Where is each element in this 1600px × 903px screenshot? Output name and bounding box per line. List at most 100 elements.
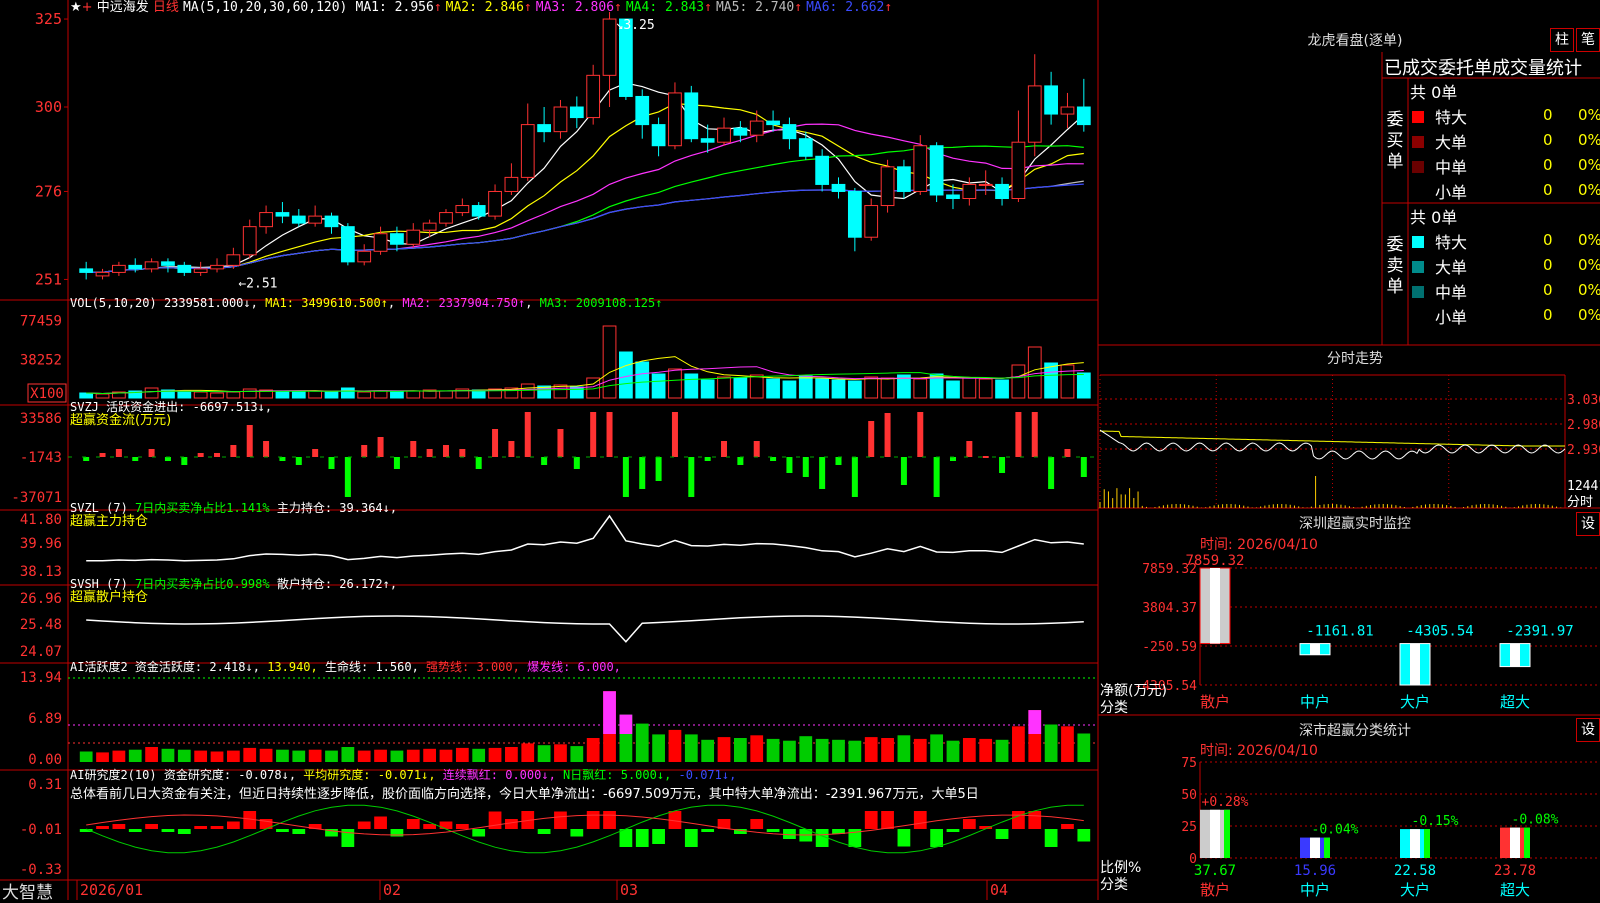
candle-body xyxy=(422,222,437,231)
sz-class-change: -0.15% xyxy=(1412,814,1459,829)
sz-monitor-category: 散户 xyxy=(1200,693,1230,711)
vol-unit: X100 xyxy=(30,386,64,402)
svzj-bar xyxy=(557,429,564,457)
svzj-bar xyxy=(475,457,482,469)
sell-row-pct: 0% xyxy=(1578,256,1600,274)
volume-bar xyxy=(864,376,879,399)
ai-research-bar xyxy=(913,811,927,829)
buy-row-pct: 0% xyxy=(1578,106,1600,124)
sz-class-change: -0.04% xyxy=(1312,823,1359,838)
svzj-bar xyxy=(1031,412,1038,457)
intraday-vol-tick: 12441 xyxy=(1567,479,1600,494)
sz-class-bar-shine xyxy=(1410,829,1420,858)
ai-active-bar xyxy=(194,750,208,762)
ai-active-bar xyxy=(488,747,502,762)
ai-active-bar xyxy=(341,747,355,762)
ai-active-ytick: 6.89 xyxy=(28,711,62,727)
sell-row-name: 小单 xyxy=(1435,308,1468,327)
candle-body xyxy=(962,183,977,200)
svzj-bar xyxy=(835,457,842,465)
candle-body xyxy=(390,233,404,245)
sz-class-xlabel: 分类 xyxy=(1100,877,1128,893)
ai-active-bar xyxy=(717,737,731,762)
svzj-bar xyxy=(900,457,907,485)
svsh-sub: 7日内买卖净占比0.998% xyxy=(135,577,270,591)
candle-body xyxy=(144,261,159,270)
svzj-bar xyxy=(492,429,499,457)
svzj-sub: 超赢资金流(万元) xyxy=(70,413,172,428)
candle-body xyxy=(749,120,764,136)
sz-monitor-settings-button[interactable]: 设 xyxy=(1576,512,1600,536)
candle-body xyxy=(1076,106,1091,126)
sz-class-value: 15.96 xyxy=(1294,863,1336,879)
volume-bar xyxy=(1011,364,1026,399)
svzj-bar xyxy=(115,449,122,457)
volume-bar xyxy=(275,390,290,399)
ai-research-bar xyxy=(226,821,240,829)
sz-class-change: -0.08% xyxy=(1512,813,1559,828)
candle-body xyxy=(602,18,617,76)
sell-row-count: 0 xyxy=(1543,306,1553,324)
ai-active-bar xyxy=(374,749,387,762)
volume-bar xyxy=(291,391,306,399)
sell-row-pct: 0% xyxy=(1578,306,1600,324)
candle-body xyxy=(1027,85,1042,143)
buy-row-count: 0 xyxy=(1543,131,1553,149)
candle-body xyxy=(766,120,780,126)
ai-active-bar xyxy=(832,739,845,762)
svzj-bar xyxy=(541,457,548,465)
sz-class-bar-edge xyxy=(1424,829,1430,858)
svzj-bar xyxy=(230,445,237,457)
candle-body xyxy=(635,95,650,126)
period-label[interactable]: 日线 xyxy=(153,0,179,15)
sz-monitor-value: -4305.54 xyxy=(1406,624,1473,640)
ma-value-4: MA4: 2.843↑ xyxy=(625,0,712,15)
volume-bar xyxy=(717,376,731,399)
dt-table-title: 已成交委托单成交量统计 xyxy=(1384,58,1582,79)
svzj-bar xyxy=(868,421,875,457)
svzj-bar xyxy=(312,449,319,457)
sz-class-category: 超大 xyxy=(1500,881,1530,899)
ai-active-bar xyxy=(815,738,829,762)
candle-body xyxy=(569,106,584,119)
tick-mode-button[interactable]: 笔 xyxy=(1576,28,1600,52)
buy-swatch-1 xyxy=(1412,136,1424,148)
svzj-bar xyxy=(295,457,302,465)
ai-research-bar xyxy=(96,826,109,829)
plus-icon[interactable]: + xyxy=(82,0,93,15)
svzj-bar xyxy=(279,457,286,461)
volume-bar xyxy=(357,391,372,399)
buy-row-name: 特大 xyxy=(1435,108,1468,127)
svzj-bar xyxy=(132,457,139,461)
buy-row-pct: 0% xyxy=(1578,181,1600,199)
svzj-bar xyxy=(721,441,728,457)
svzj-bar xyxy=(573,457,580,469)
ai-research-bar xyxy=(635,829,649,847)
stock-name[interactable]: 中远海发 xyxy=(97,0,149,15)
star-icon[interactable]: ★ xyxy=(70,0,82,15)
sz-class-settings-button[interactable]: 设 xyxy=(1576,718,1600,742)
svzj-bar xyxy=(1064,449,1071,457)
ai-research-bar xyxy=(128,829,142,832)
ai-research-v4: N日飘红: 5.000↓, xyxy=(563,768,672,782)
volume-bar xyxy=(798,375,813,399)
volume-bar xyxy=(962,377,977,399)
svzj-bar xyxy=(1080,457,1087,477)
price-ytick: 276 xyxy=(35,182,62,200)
bar-mode-button[interactable]: 柱 xyxy=(1550,28,1574,52)
svzj-bar xyxy=(639,457,646,489)
buy-row-pct: 0% xyxy=(1578,156,1600,174)
vol-ytick: 38252 xyxy=(20,353,62,369)
candle-body xyxy=(668,92,682,147)
svzj-bar xyxy=(655,457,662,481)
svzj-bar xyxy=(263,441,270,457)
candle-body xyxy=(520,124,535,178)
ai-research-bar xyxy=(652,829,665,844)
ai-research-bar xyxy=(177,829,191,834)
sz-monitor-title: 深圳超赢实时监控 xyxy=(1299,516,1411,532)
ai-active-bar xyxy=(570,746,584,762)
volume-bar xyxy=(749,374,764,399)
ai-active-bar xyxy=(783,740,796,762)
sz-monitor-ytick: -250.59 xyxy=(1142,640,1197,655)
sell-swatch-0 xyxy=(1412,236,1424,248)
